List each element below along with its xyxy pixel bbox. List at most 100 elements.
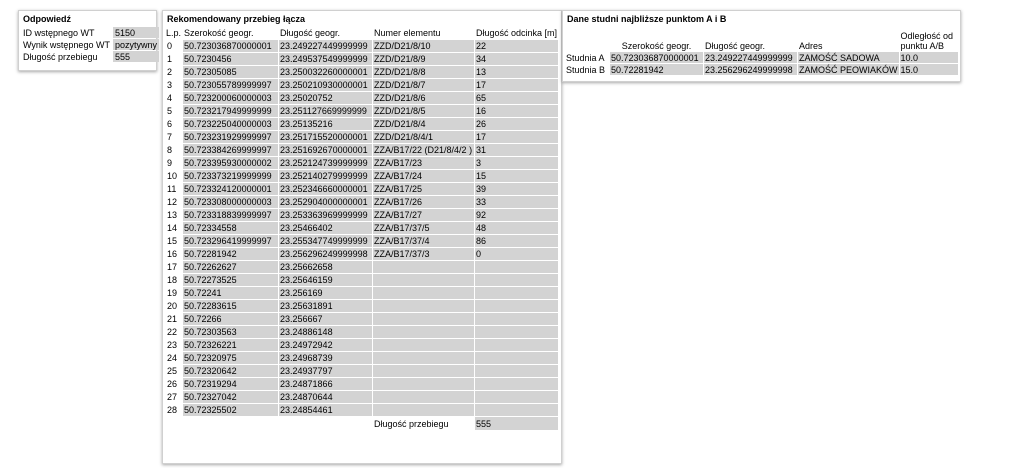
table-row: Studnia A 50.723036870000001 23.2492274499… (565, 52, 958, 63)
spacer (165, 417, 182, 430)
row-length (475, 261, 559, 273)
row-longitude: 23.250210930000001 (279, 79, 373, 91)
well-latitude: 50.723036870000001 (610, 52, 703, 63)
table-row: Studnia B 50.72281942 23.256296249999998 ZA… (565, 64, 958, 75)
well-distance: 15.0 (899, 64, 958, 75)
row-longitude: 23.253363969999999 (279, 209, 373, 221)
row-longitude: 23.250032260000001 (279, 66, 373, 78)
row-length (475, 404, 559, 416)
route-panel: Rekomendowany przebieg łącza L.p. Szerok… (162, 10, 562, 464)
row-element: ZZD/D21/8/4 (373, 118, 475, 130)
row-length (475, 352, 559, 364)
row-length (475, 313, 559, 325)
row-element: ZZD/D21/8/6 (373, 92, 475, 104)
well-address: ZAMOŚĆ PEOWIAKÓW (798, 64, 899, 75)
row-longitude: 23.256169 (279, 287, 373, 299)
answer-label: Wynik wstępnego WT (23, 39, 110, 50)
row-latitude: 50.72241 (183, 287, 279, 299)
row-longitude: 23.25662658 (279, 261, 373, 273)
row-index: 28 (167, 405, 178, 415)
row-length: 16 (475, 105, 559, 117)
header-element: Numer elementu (374, 28, 441, 38)
row-latitude: 50.72327042 (183, 391, 279, 403)
table-row: 12 50.723308000000003 23.252904000000001 ZZ… (165, 196, 559, 208)
row-element: ZZA/B17/22 (D21/8/4/2 ) (373, 144, 475, 156)
row-index: 24 (167, 353, 178, 363)
row-element: ZZA/B17/27 (373, 209, 475, 221)
row-index: 3 (167, 80, 173, 90)
route-panel-title: Rekomendowany przebieg łącza (167, 14, 306, 24)
row-latitude: 50.72320975 (183, 352, 279, 364)
table-row: 21 50.72266 23.256667 (165, 313, 559, 325)
row-index: 16 (167, 249, 178, 259)
well-distance: 10.0 (899, 52, 958, 63)
header-distance: Odległość od punktu A/B (900, 31, 954, 51)
table-row: 8 50.723384269999997 23.251692670000001 ZZA… (165, 144, 559, 156)
table-row: 25 50.72320642 23.24937797 (165, 365, 559, 377)
row-longitude: 23.251715520000001 (279, 131, 373, 143)
table-row: 19 50.72241 23.256169 (165, 287, 559, 299)
table-row: 23 50.72326221 23.24972942 (165, 339, 559, 351)
header-lon: Długość geogr. (280, 28, 341, 38)
row-length (475, 287, 559, 299)
row-latitude: 50.72281942 (183, 248, 279, 260)
answer-panel-title: Odpowiedź (23, 14, 71, 24)
row-length (475, 300, 559, 312)
table-row: 11 50.723324120000001 23.252346660000001 ZZ… (165, 183, 559, 195)
row-length: 13 (475, 66, 559, 78)
well-longitude: 23.249227449999999 (704, 52, 797, 63)
row-length: 65 (475, 92, 559, 104)
row-longitude: 23.24871866 (279, 378, 373, 390)
row-index: 27 (167, 392, 178, 402)
row-element (373, 300, 475, 312)
header-address: Adres (799, 41, 823, 51)
row-length (475, 274, 559, 286)
row-length (475, 391, 559, 403)
row-index: 13 (167, 210, 178, 220)
row-longitude: 23.24854461 (279, 404, 373, 416)
row-element: ZZD/D21/8/4/1 (373, 131, 475, 143)
row-length: 31 (475, 144, 559, 156)
row-length: 39 (475, 183, 559, 195)
row-index: 17 (167, 262, 178, 272)
row-latitude: 50.72326221 (183, 339, 279, 351)
answer-label: ID wstępnego WT (23, 27, 95, 38)
answer-value: pozytywny (112, 39, 159, 50)
row-index: 18 (167, 275, 178, 285)
header-well (565, 27, 609, 51)
row-length: 26 (475, 118, 559, 130)
row-longitude: 23.252346660000001 (279, 183, 373, 195)
route-table-header: L.p. Szerokość geogr. Długość geogr. Num… (165, 27, 558, 39)
row-latitude: 50.72303563 (183, 326, 279, 338)
row-latitude: 50.72334558 (183, 222, 279, 234)
row-longitude: 23.255347749999999 (279, 235, 373, 247)
row-element: ZZA/B17/37/5 (373, 222, 475, 234)
row-element (373, 404, 475, 416)
row-longitude: 23.256296249999998 (279, 248, 373, 260)
spacer (279, 417, 372, 430)
header-lat: Szerokość geogr. (184, 28, 254, 38)
row-element: ZZD/D21/8/8 (373, 66, 475, 78)
row-element (373, 287, 475, 299)
row-latitude: 50.723308000000003 (183, 196, 279, 208)
row-element (373, 391, 475, 403)
row-longitude: 23.25020752 (279, 92, 373, 104)
answer-row: Wynik wstępnego WT pozytywny (21, 39, 159, 50)
row-longitude: 23.251127669999999 (279, 105, 373, 117)
row-index: 23 (167, 340, 178, 350)
row-index: 5 (167, 106, 173, 116)
row-element: ZZA/B17/24 (373, 170, 475, 182)
table-row: 15 50.723296419999997 23.255347749999999 ZZ… (165, 235, 559, 247)
route-total-label: Długość przebiegu (374, 418, 449, 429)
row-latitude: 50.723395930000002 (183, 157, 279, 169)
row-longitude: 23.24886148 (279, 326, 373, 338)
row-index: 14 (167, 223, 178, 233)
row-element: ZZD/D21/8/10 (373, 40, 475, 52)
row-element: ZZD/D21/8/5 (373, 105, 475, 117)
row-latitude: 50.72266 (183, 313, 279, 325)
row-latitude: 50.723055789999997 (183, 79, 279, 91)
row-length (475, 326, 559, 338)
wells-table-header: Szerokość geogr. Długość geogr. Adres Od… (565, 27, 958, 51)
table-row: 14 50.72334558 23.25466402 ZZA/B17/37/5 48 (165, 222, 559, 234)
header-lon: Długość geogr. (705, 41, 766, 51)
